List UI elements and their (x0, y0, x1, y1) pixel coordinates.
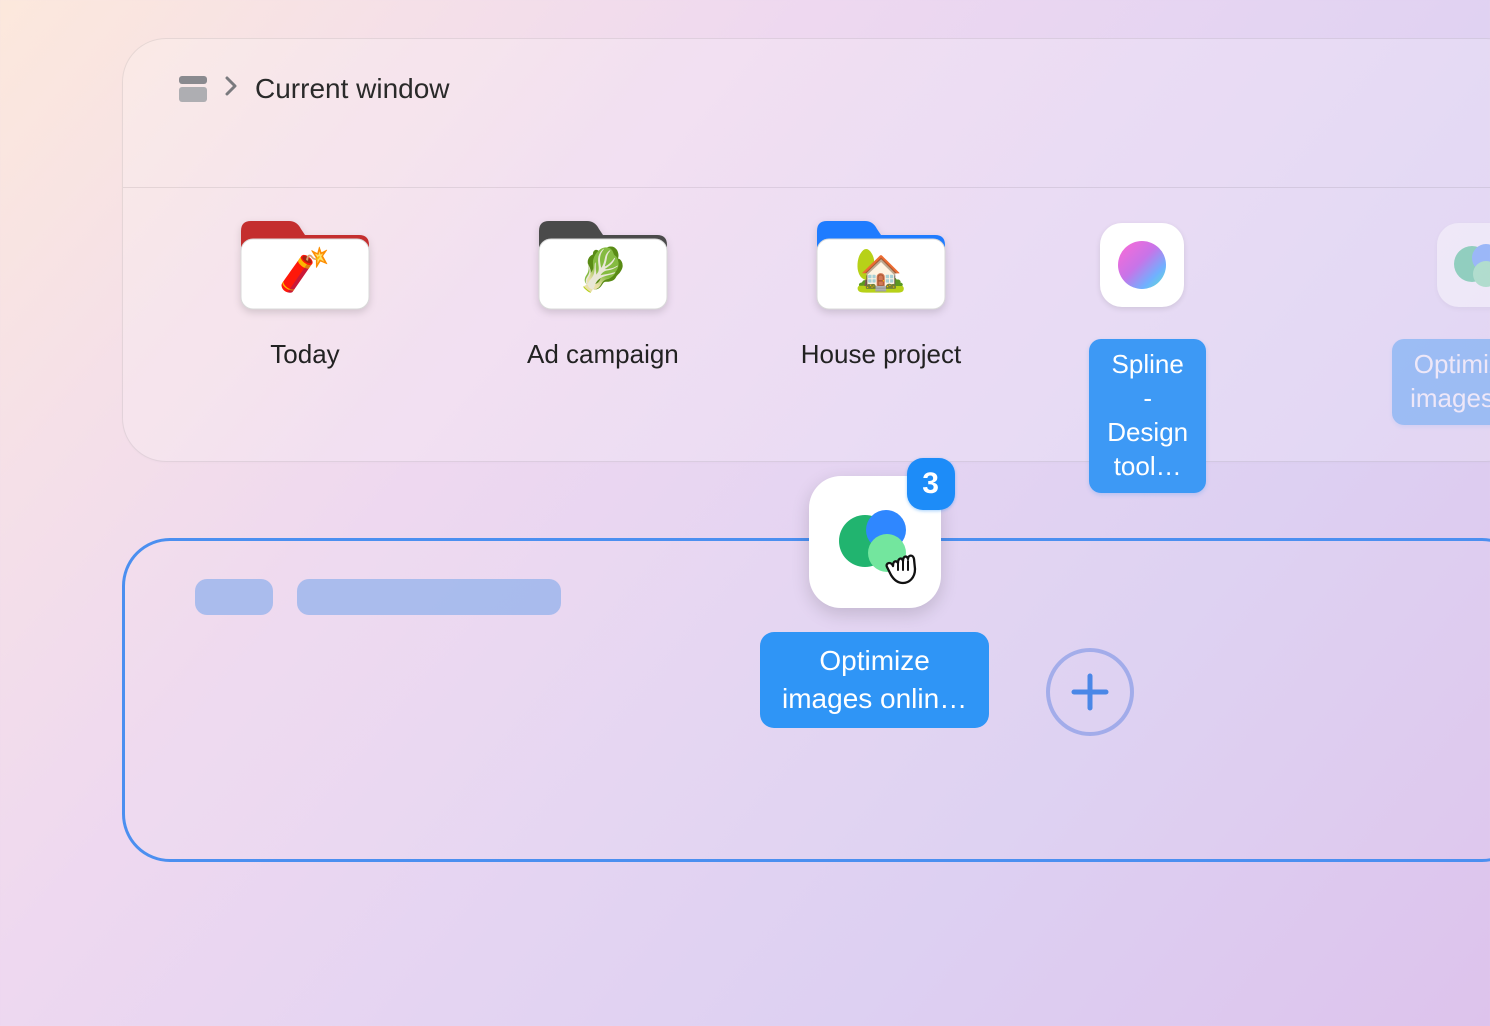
breadcrumb[interactable]: Current window (179, 73, 1473, 105)
add-button[interactable] (1046, 648, 1134, 736)
folder-house-project[interactable]: 🏡 House project (801, 217, 961, 493)
folder-emoji-icon: 🧨 (279, 249, 331, 291)
folder-label: Ad campaign (527, 339, 679, 370)
folder-emoji-icon: 🥬 (577, 249, 629, 291)
folder-ad-campaign[interactable]: 🥬 Ad campaign (527, 217, 679, 493)
folder-emoji-icon: 🏡 (855, 249, 907, 291)
tab-label: Spline - Design tool… (1089, 339, 1206, 493)
folder-icon: 🧨 (235, 217, 375, 313)
tab-label: Optimize images… (1352, 339, 1490, 425)
folder-label: Today (270, 339, 339, 370)
folder-icon: 🥬 (533, 217, 673, 313)
tab-spline[interactable]: Spline - Design tool… (1089, 217, 1206, 493)
tab-optimize-faded[interactable]: Optimize images… (1352, 217, 1490, 493)
folder-icon: 🏡 (811, 217, 951, 313)
app-icon (1100, 217, 1196, 313)
chevron-right-icon (225, 75, 237, 103)
items-row: 🧨 Today 🥬 Ad campaign 🏡 (179, 217, 1490, 493)
placeholder-pill (297, 579, 561, 615)
current-window-panel: Current window 🧨 Today 🥬 (122, 38, 1490, 462)
app-icon (1397, 217, 1490, 313)
folder-label: House project (801, 339, 961, 370)
drop-target-panel[interactable] (122, 538, 1490, 862)
breadcrumb-label: Current window (255, 73, 450, 105)
divider (123, 187, 1490, 188)
folder-today[interactable]: 🧨 Today (235, 217, 375, 493)
placeholder-pill (195, 579, 273, 615)
placeholder-pills (195, 579, 561, 615)
plus-icon (1068, 670, 1112, 714)
window-icon (179, 76, 207, 102)
